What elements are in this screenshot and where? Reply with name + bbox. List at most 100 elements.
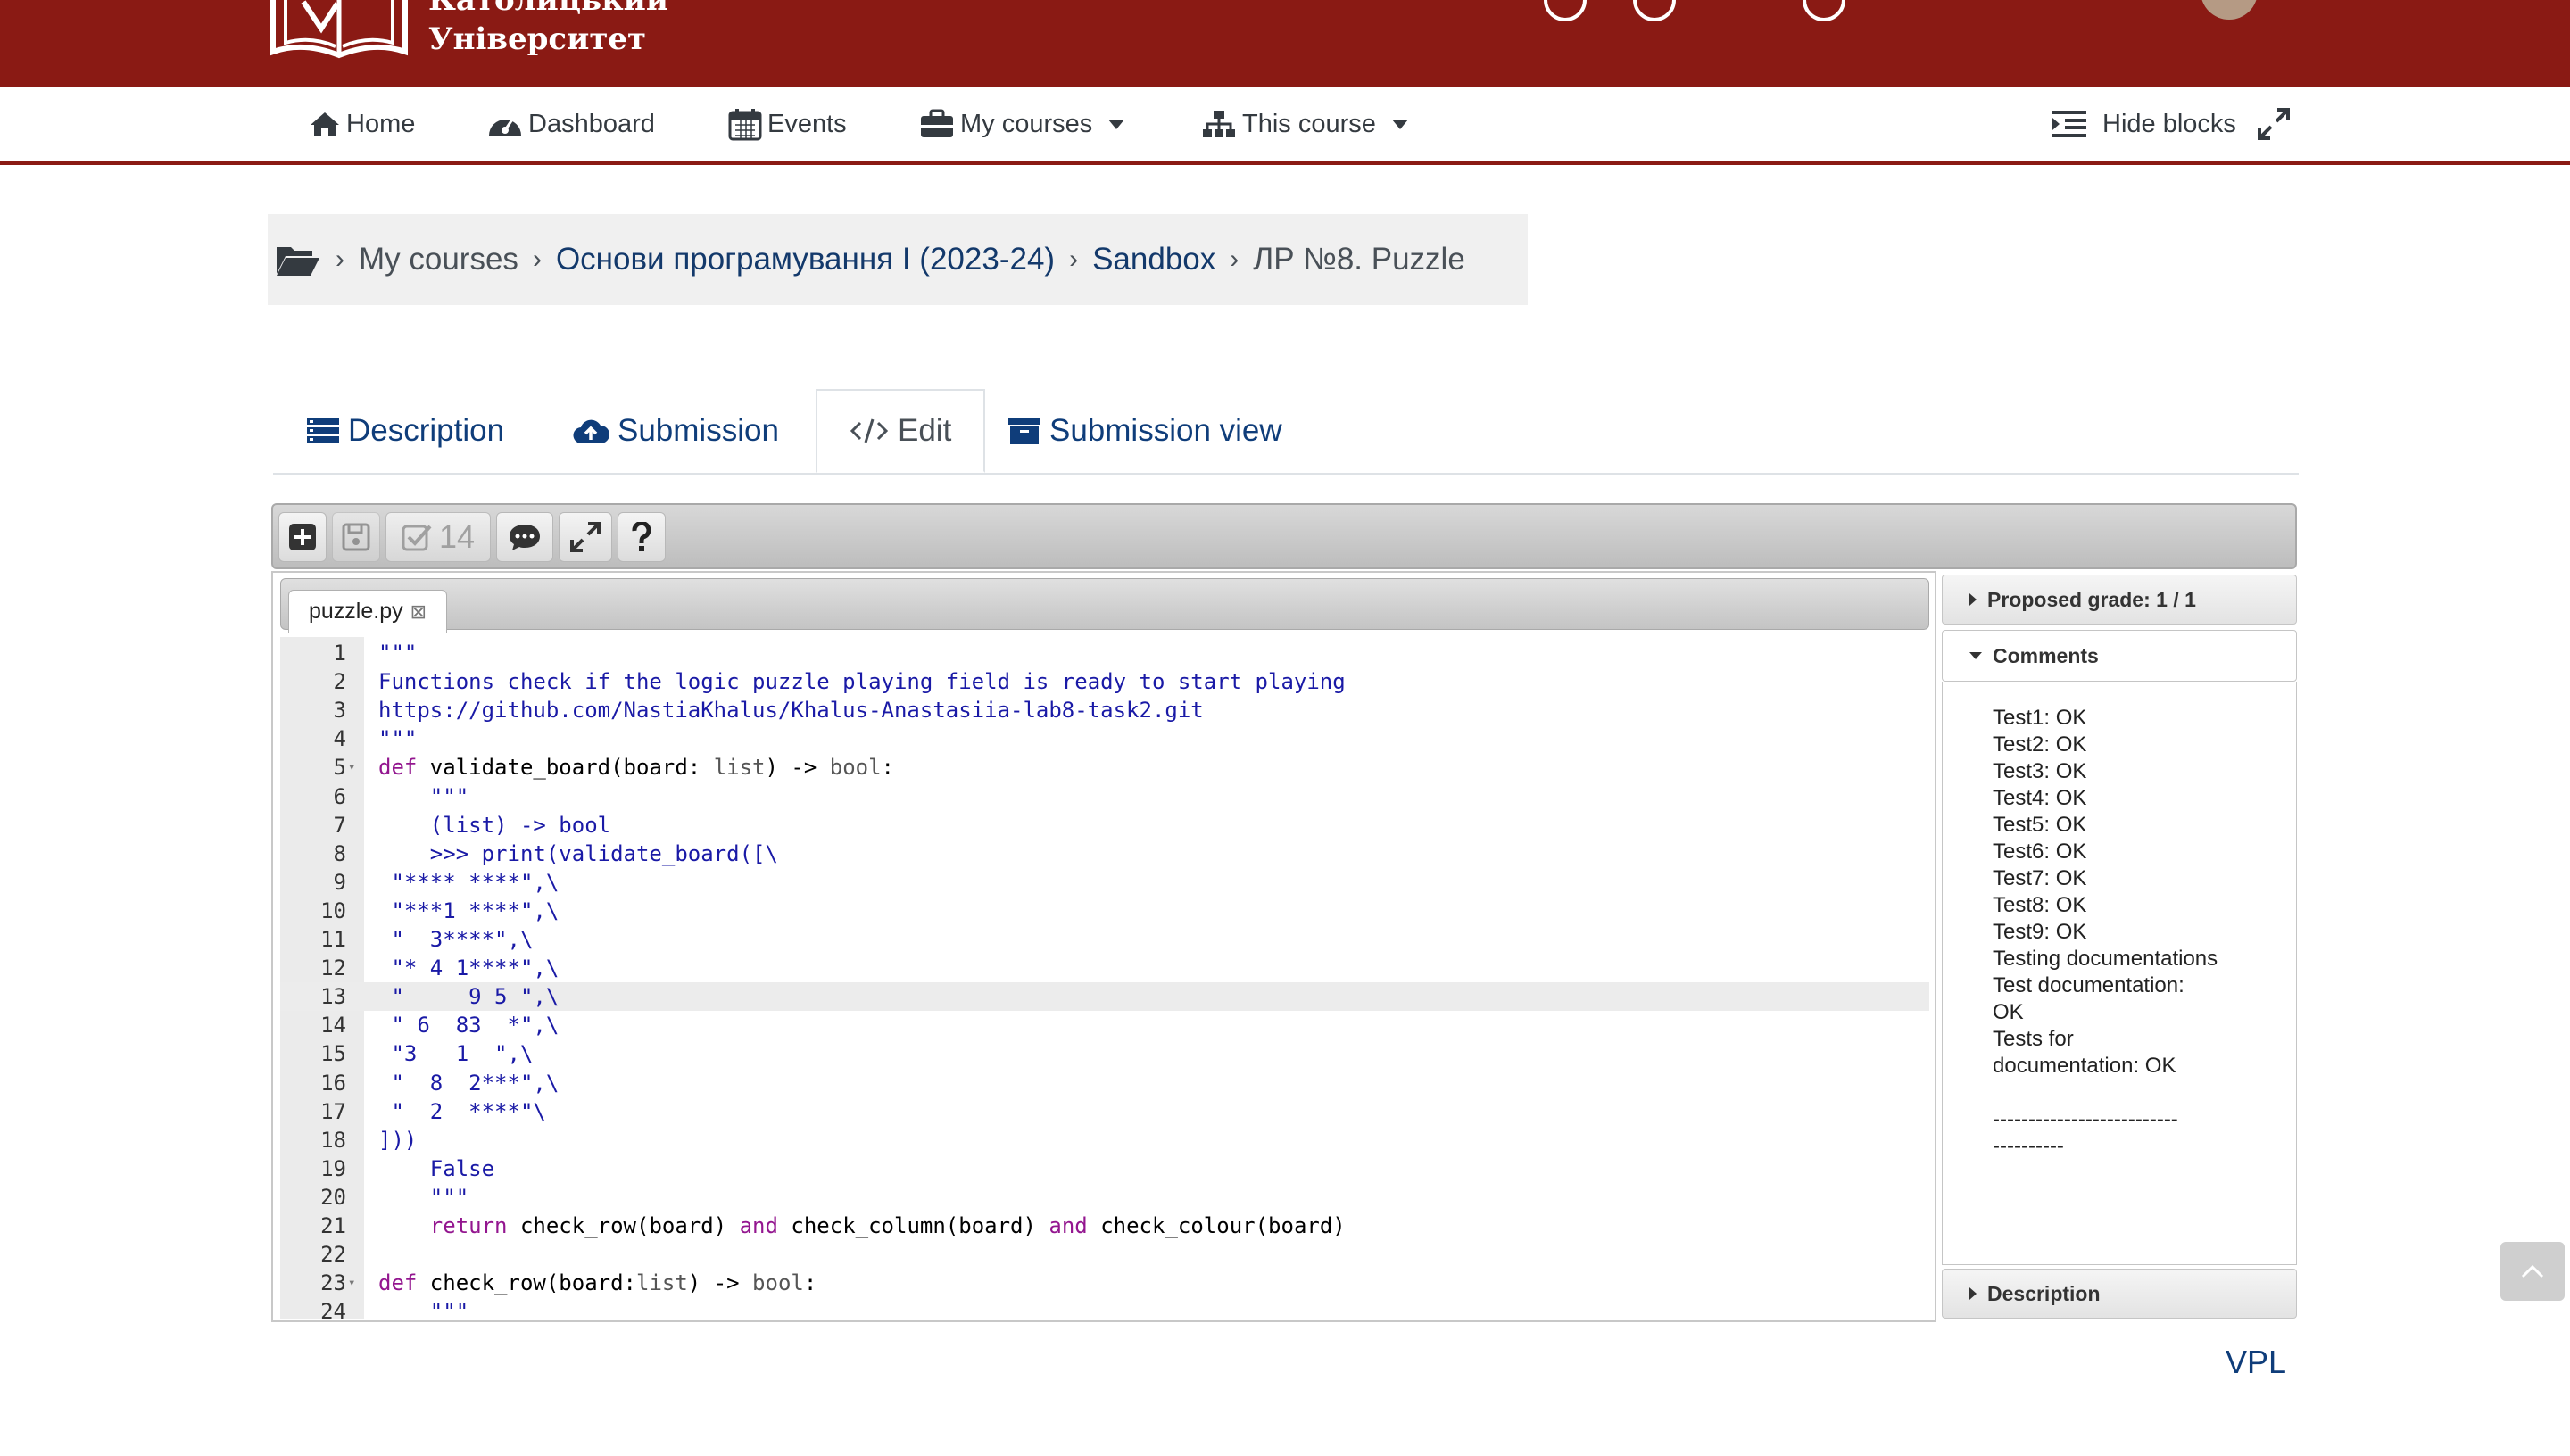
comment-line: OK <box>1993 1000 2024 1024</box>
code-line[interactable]: 7 (list) -> bool <box>280 811 1929 840</box>
file-tab[interactable]: puzzle.py ⊠ <box>288 590 448 633</box>
comment-icon <box>510 525 540 550</box>
code-line[interactable]: 4 """ <box>280 724 1929 753</box>
help-button[interactable] <box>618 512 666 562</box>
hide-blocks-button[interactable]: Hide blocks <box>2051 87 2236 161</box>
code-line[interactable]: 23 ▾ def check_row(board:list) -> bool: <box>280 1269 1929 1297</box>
code-text: " 3****",\ <box>378 927 534 952</box>
dashboard-icon <box>489 119 521 136</box>
nav-my-courses-label: My courses <box>960 109 1093 138</box>
line-number: 20 <box>320 1184 346 1210</box>
code-text: "* 4 1****",\ <box>378 956 560 981</box>
code-line[interactable]: 17 " 2 ****"\ <box>280 1097 1929 1126</box>
line-number: 3 <box>333 698 346 724</box>
line-number: 24 <box>320 1299 346 1319</box>
nav-this-course[interactable]: This course <box>1201 87 1408 161</box>
messages-icon[interactable] <box>1803 0 1845 21</box>
nav-dashboard-label: Dashboard <box>528 109 655 138</box>
code-text: " 9 5 ",\ <box>378 984 560 1010</box>
code-line[interactable]: 21 return check_row(board) and check_col… <box>280 1212 1929 1240</box>
comments-button[interactable] <box>496 512 553 562</box>
comments-header[interactable]: Comments <box>1942 630 2297 682</box>
comment-line: Test2: OK <box>1993 732 2087 757</box>
tab-submission[interactable]: Submission <box>573 389 779 473</box>
code-text: " 2 ****"\ <box>378 1098 546 1124</box>
code-text: Functions check if the logic puzzle play… <box>378 669 1346 695</box>
fullscreen-button[interactable] <box>559 512 612 562</box>
breadcrumb-separator: › <box>336 244 344 274</box>
fold-toggle-icon[interactable]: ▾ <box>348 753 355 782</box>
nav-my-courses[interactable]: My courses <box>919 87 1125 161</box>
line-number: 4 <box>333 726 346 752</box>
notifications-icon[interactable] <box>1633 0 1676 21</box>
fold-toggle-icon[interactable]: ▾ <box>348 1269 355 1297</box>
comment-line: Tests for <box>1993 1027 2074 1051</box>
breadcrumb-section[interactable]: Sandbox <box>1092 242 1215 277</box>
breadcrumb-course[interactable]: Основи програмування І (2023-24) <box>556 242 1055 277</box>
code-line[interactable]: 19 False <box>280 1154 1929 1183</box>
fullscreen-toggle[interactable] <box>2258 87 2295 161</box>
save-button[interactable] <box>332 512 380 562</box>
university-name-line1: Католицький <box>428 0 669 18</box>
vpl-link[interactable]: VPL <box>2226 1344 2286 1381</box>
nav-home[interactable]: Home <box>309 87 415 161</box>
breadcrumb: › My courses › Основи програмування І (2… <box>268 214 1528 305</box>
code-line[interactable]: 8 >>> print(validate_board([\ <box>280 840 1929 868</box>
code-line[interactable]: 9 "**** ****",\ <box>280 868 1929 897</box>
line-number: 15 <box>320 1041 346 1067</box>
code-text: " 8 2***",\ <box>378 1070 560 1096</box>
code-line[interactable]: 3 https://github.com/NastiaKhalus/Khalus-… <box>280 696 1929 724</box>
code-text: """ <box>429 1184 469 1210</box>
code-line[interactable]: 16 " 8 2***",\ <box>280 1069 1929 1097</box>
tab-description-label: Description <box>348 413 505 448</box>
tab-description[interactable]: Description <box>307 389 504 473</box>
code-line[interactable]: 2 Functions check if the logic puzzle pla… <box>280 667 1929 696</box>
close-icon[interactable]: ⊠ <box>410 600 427 624</box>
list-icon <box>307 418 339 443</box>
line-number: 22 <box>320 1242 346 1268</box>
folder-open-icon[interactable] <box>275 242 321 277</box>
code-text: """ <box>429 1299 469 1319</box>
code-line[interactable]: 15 "3 1 ",\ <box>280 1039 1929 1068</box>
code-line[interactable]: 5 ▾ def validate_board(board: list) -> boo… <box>280 753 1929 782</box>
code-line[interactable]: 22 <box>280 1240 1929 1269</box>
breadcrumb-my-courses[interactable]: My courses <box>359 242 518 277</box>
tab-submission-view[interactable]: Submission view <box>1008 389 1282 473</box>
comment-line: ---------- <box>1993 1134 2064 1158</box>
comment-line: Test8: OK <box>1993 893 2087 917</box>
code-text: " 6 83 *",\ <box>378 1013 560 1038</box>
nav-dashboard[interactable]: Dashboard <box>487 87 655 161</box>
code-icon <box>850 418 889 443</box>
user-avatar[interactable] <box>2201 0 2258 20</box>
proposed-grade-header[interactable]: Proposed grade: 1 / 1 <box>1942 575 2297 625</box>
code-line[interactable]: 1 """ <box>280 639 1929 667</box>
code-area[interactable]: 1 """ 2 Functions check if the logic puzzle… <box>280 637 1929 1319</box>
code-line[interactable]: 14 " 6 83 *",\ <box>280 1011 1929 1039</box>
code-text: False <box>429 1155 495 1181</box>
evaluate-button[interactable]: 14 <box>386 512 491 562</box>
indent-icon <box>2052 111 2086 137</box>
tab-edit[interactable]: Edit <box>816 389 986 473</box>
code-line[interactable]: 11 " 3****",\ <box>280 925 1929 954</box>
university-name[interactable]: Католицький Університет <box>428 0 668 59</box>
comment-line: -------------------------- <box>1993 1107 2178 1131</box>
language-icon[interactable] <box>1544 0 1587 21</box>
code-line[interactable]: 6 """ <box>280 782 1929 811</box>
code-text: ])) <box>378 1127 418 1153</box>
comment-line: Test6: OK <box>1993 840 2087 864</box>
code-line[interactable]: 12 "* 4 1****",\ <box>280 954 1929 982</box>
code-line[interactable]: 24 """ <box>280 1297 1929 1319</box>
code-line[interactable]: 18])) <box>280 1126 1929 1154</box>
code-line[interactable]: 13 " 9 5 ",\ <box>280 982 1929 1012</box>
university-logo-icon[interactable] <box>268 0 410 62</box>
site-header: Католицький Університет <box>0 0 2570 87</box>
new-file-button[interactable] <box>278 512 327 562</box>
nav-events[interactable]: Events <box>728 87 847 161</box>
tab-submission-view-label: Submission view <box>1049 413 1282 448</box>
code-line[interactable]: 10 "***1 ****",\ <box>280 897 1929 925</box>
description-header[interactable]: Description <box>1942 1269 2297 1319</box>
back-to-top-button[interactable] <box>2500 1242 2565 1301</box>
code-line[interactable]: 20 """ <box>280 1183 1929 1212</box>
line-number: 14 <box>320 1013 346 1038</box>
line-number: 23 <box>320 1270 346 1296</box>
